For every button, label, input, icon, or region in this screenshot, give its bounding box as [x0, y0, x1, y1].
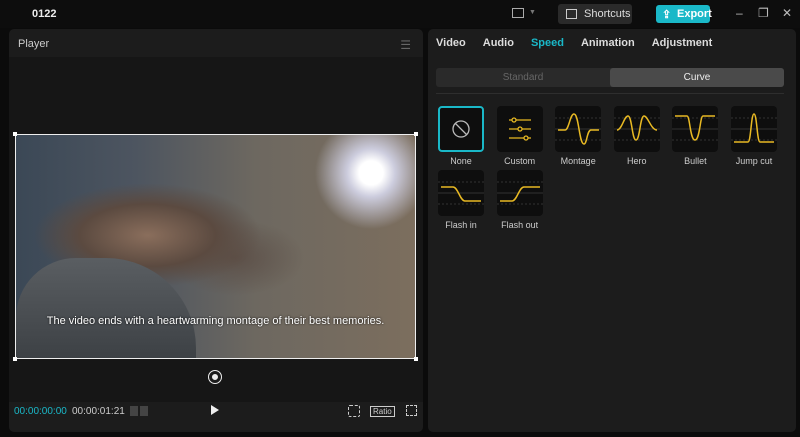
preset-label: Custom	[504, 156, 536, 166]
preset-montage[interactable]: Montage	[548, 106, 608, 166]
player-title: Player	[18, 38, 50, 50]
inspector-panel: Video Audio Speed Animation Adjustment S…	[428, 29, 796, 432]
fullscreen-icon[interactable]	[406, 405, 417, 416]
preset-thumbnail[interactable]	[496, 170, 543, 216]
preset-label: Montage	[560, 156, 596, 166]
sliders-icon	[508, 117, 531, 141]
mode-curve[interactable]: Curve	[610, 68, 784, 87]
preset-hero[interactable]: Hero	[607, 106, 667, 166]
preset-label: Jump cut	[735, 156, 773, 166]
resize-handle[interactable]	[13, 132, 17, 136]
tab-audio[interactable]: Audio	[483, 37, 514, 49]
shortcuts-button[interactable]: Shortcuts	[558, 4, 632, 24]
export-label: Export	[677, 8, 712, 20]
chevron-down-icon[interactable]: ▼	[529, 9, 536, 16]
resize-handle[interactable]	[414, 357, 418, 361]
preset-flash-out[interactable]: Flash out	[490, 170, 550, 230]
subtitle-caption: The video ends with a heartwarming monta…	[46, 315, 385, 327]
tab-speed[interactable]: Speed	[531, 37, 564, 49]
layout-icon[interactable]	[512, 8, 524, 18]
close-button[interactable]: ✕	[782, 6, 792, 20]
speed-curve	[499, 186, 540, 202]
menu-icon[interactable]: ☰	[400, 38, 411, 52]
current-time: 00:00:00:00	[14, 406, 67, 417]
grid-icon[interactable]	[130, 406, 148, 416]
speed-curve	[441, 186, 481, 202]
export-button[interactable]: ⇪ Export	[656, 5, 712, 23]
video-frame[interactable]: The video ends with a heartwarming monta…	[15, 134, 416, 359]
video-subject	[16, 258, 196, 358]
preset-label: Bullet	[684, 156, 707, 166]
tab-animation[interactable]: Animation	[581, 37, 635, 49]
mode-standard[interactable]: Standard	[436, 68, 610, 87]
player-panel: Player ☰ The video ends with a heartwarm…	[9, 29, 423, 432]
none-icon	[452, 120, 470, 138]
preview-viewport: The video ends with a heartwarming monta…	[9, 57, 423, 402]
resize-handle[interactable]	[13, 357, 17, 361]
project-title: 0122	[32, 8, 57, 20]
preset-label: Hero	[627, 156, 647, 166]
preset-thumbnail[interactable]	[496, 106, 543, 152]
ratio-button[interactable]: Ratio	[370, 406, 395, 417]
preset-jump-cut[interactable]: Jump cut	[724, 106, 784, 166]
preset-custom[interactable]: Custom	[490, 106, 550, 166]
play-button[interactable]	[211, 405, 219, 415]
preset-none[interactable]: None	[431, 106, 491, 166]
minimize-button[interactable]: –	[736, 6, 743, 20]
maximize-button[interactable]: ❐	[758, 6, 769, 20]
preset-thumbnail[interactable]	[555, 106, 602, 152]
tab-video[interactable]: Video	[436, 37, 466, 49]
preset-thumbnail[interactable]	[438, 170, 484, 216]
preset-thumbnail[interactable]	[613, 106, 660, 152]
resize-handle[interactable]	[414, 132, 418, 136]
keyboard-icon	[566, 9, 577, 19]
preset-bullet[interactable]: Bullet	[665, 106, 725, 166]
rotate-icon[interactable]	[208, 370, 222, 384]
speed-mode-toggle: Standard Curve	[436, 68, 784, 87]
zoom-fit-icon[interactable]	[348, 405, 360, 417]
divider	[436, 93, 784, 94]
title-bar: 0122 ▼ Shortcuts ⇪ Export – ❐ ✕	[0, 0, 800, 28]
export-icon: ⇪	[662, 9, 672, 21]
preset-label: Flash out	[501, 220, 539, 230]
inspector-tabs: Video Audio Speed Animation Adjustment	[436, 37, 712, 49]
preset-label: None	[450, 156, 472, 166]
total-time: 00:00:01:21	[72, 406, 125, 417]
tab-adjustment[interactable]: Adjustment	[652, 37, 713, 49]
shortcuts-label: Shortcuts	[584, 8, 631, 20]
speed-curve	[616, 115, 657, 141]
preset-thumbnail[interactable]	[672, 106, 719, 152]
preset-thumbnail[interactable]	[438, 106, 484, 152]
preset-flash-in[interactable]: Flash in	[431, 170, 491, 230]
preset-label: Flash in	[445, 220, 477, 230]
preset-thumbnail[interactable]	[731, 106, 777, 152]
speed-curve	[675, 115, 716, 141]
